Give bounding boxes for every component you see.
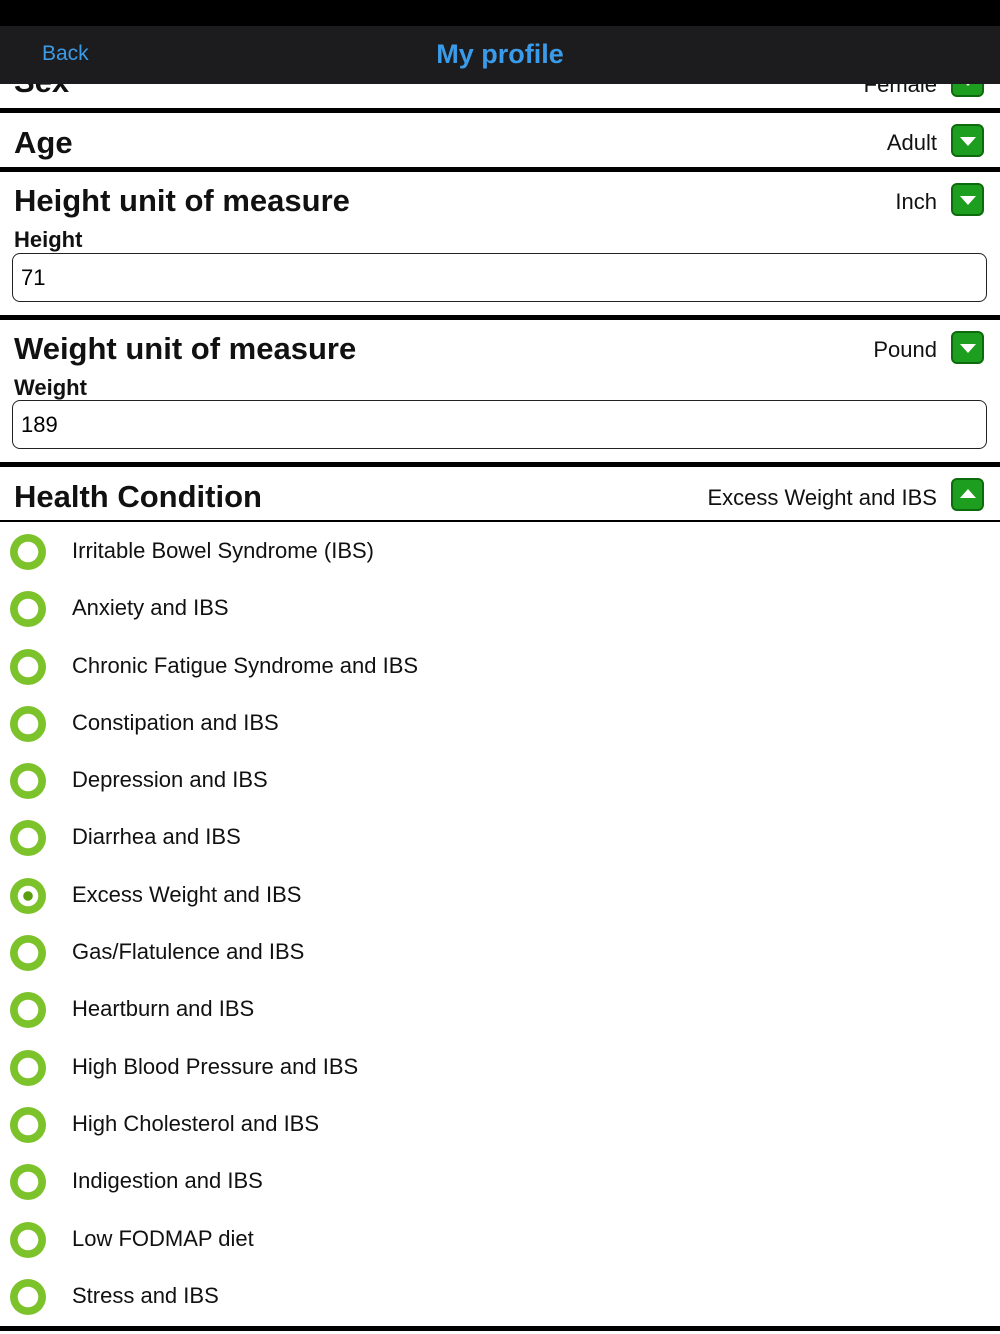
age-dropdown-button[interactable]	[951, 124, 984, 157]
radio-icon[interactable]	[10, 763, 46, 800]
health-condition-list: Irritable Bowel Syndrome (IBS) Anxiety an…	[0, 523, 1000, 1325]
age-label: Age	[14, 125, 73, 160]
radio-icon[interactable]	[10, 1164, 46, 1201]
condition-label: High Blood Pressure and IBS	[72, 1053, 359, 1079]
weight-input[interactable]	[12, 400, 987, 449]
profile-form[interactable]: Sex Female Age Adult Height unit of meas…	[0, 84, 1000, 1334]
list-item[interactable]: Excess Weight and IBS	[0, 867, 1000, 924]
condition-label: Stress and IBS	[72, 1282, 219, 1308]
weight-field-label: Weight	[14, 375, 87, 400]
list-item[interactable]: High Cholesterol and IBS	[0, 1096, 1000, 1153]
radio-icon[interactable]	[10, 1049, 46, 1086]
sex-value: Female	[863, 84, 937, 97]
condition-label: Irritable Bowel Syndrome (IBS)	[72, 538, 374, 563]
radio-icon[interactable]	[10, 992, 46, 1029]
list-item[interactable]: Heartburn and IBS	[0, 981, 1000, 1038]
chevron-down-icon	[960, 196, 976, 205]
divider	[0, 315, 1000, 320]
radio-icon[interactable]	[10, 935, 46, 972]
list-item[interactable]: High Blood Pressure and IBS	[0, 1039, 1000, 1096]
condition-label: Diarrhea and IBS	[72, 824, 241, 850]
condition-label: Low FODMAP diet	[72, 1225, 254, 1251]
condition-label: High Cholesterol and IBS	[72, 1110, 320, 1136]
condition-label: Heartburn and IBS	[72, 996, 255, 1022]
radio-icon[interactable]	[10, 1278, 46, 1315]
radio-selected-icon[interactable]	[10, 877, 46, 914]
list-item[interactable]: Chronic Fatigue Syndrome and IBS	[0, 638, 1000, 695]
chevron-up-icon	[960, 489, 976, 498]
list-item[interactable]: Stress and IBS	[0, 1268, 1000, 1325]
status-bar	[0, 0, 1000, 26]
radio-icon[interactable]	[10, 648, 46, 685]
chevron-down-icon	[960, 84, 976, 86]
list-item[interactable]: Anxiety and IBS	[0, 580, 1000, 637]
height-unit-value: Inch	[895, 189, 937, 214]
height-input[interactable]	[12, 253, 987, 302]
radio-icon[interactable]	[10, 820, 46, 857]
sex-label: Sex	[14, 84, 69, 100]
condition-label: Anxiety and IBS	[72, 595, 229, 621]
radio-icon[interactable]	[10, 591, 46, 628]
condition-label: Indigestion and IBS	[72, 1168, 263, 1194]
health-condition-collapse-button[interactable]	[951, 478, 984, 511]
page-title: My profile	[436, 39, 564, 69]
health-condition-value: Excess Weight and IBS	[707, 485, 938, 510]
list-item[interactable]: Diarrhea and IBS	[0, 809, 1000, 866]
radio-icon[interactable]	[10, 705, 46, 742]
list-item[interactable]: Indigestion and IBS	[0, 1153, 1000, 1210]
sex-dropdown-button[interactable]	[951, 84, 984, 97]
list-item[interactable]: Constipation and IBS	[0, 695, 1000, 752]
condition-label: Chronic Fatigue Syndrome and IBS	[72, 652, 419, 678]
list-item[interactable]: Low FODMAP diet	[0, 1211, 1000, 1268]
weight-unit-value: Pound	[873, 337, 937, 362]
health-condition-label: Health Condition	[14, 479, 262, 514]
chevron-down-icon	[960, 137, 976, 146]
navigation-bar: Back My profile	[0, 26, 1000, 84]
radio-icon[interactable]	[10, 1221, 46, 1258]
condition-label: Excess Weight and IBS	[72, 881, 302, 907]
divider	[0, 108, 1000, 113]
height-field-label: Height	[14, 227, 83, 252]
chevron-down-icon	[960, 344, 976, 353]
radio-icon[interactable]	[10, 1106, 46, 1143]
list-item[interactable]: Irritable Bowel Syndrome (IBS)	[0, 523, 1000, 580]
height-unit-label: Height unit of measure	[14, 183, 350, 218]
height-unit-dropdown-button[interactable]	[951, 183, 984, 216]
condition-label: Gas/Flatulence and IBS	[72, 939, 305, 965]
divider	[0, 1326, 1000, 1331]
condition-label: Depression and IBS	[72, 767, 268, 793]
radio-icon[interactable]	[10, 534, 46, 570]
divider	[0, 520, 1000, 522]
weight-unit-label: Weight unit of measure	[14, 331, 357, 366]
list-item[interactable]: Gas/Flatulence and IBS	[0, 924, 1000, 981]
weight-unit-dropdown-button[interactable]	[951, 331, 984, 364]
condition-label: Constipation and IBS	[72, 709, 279, 735]
divider	[0, 462, 1000, 467]
age-value: Adult	[886, 130, 937, 155]
list-item[interactable]: Depression and IBS	[0, 752, 1000, 809]
divider	[0, 167, 1000, 172]
